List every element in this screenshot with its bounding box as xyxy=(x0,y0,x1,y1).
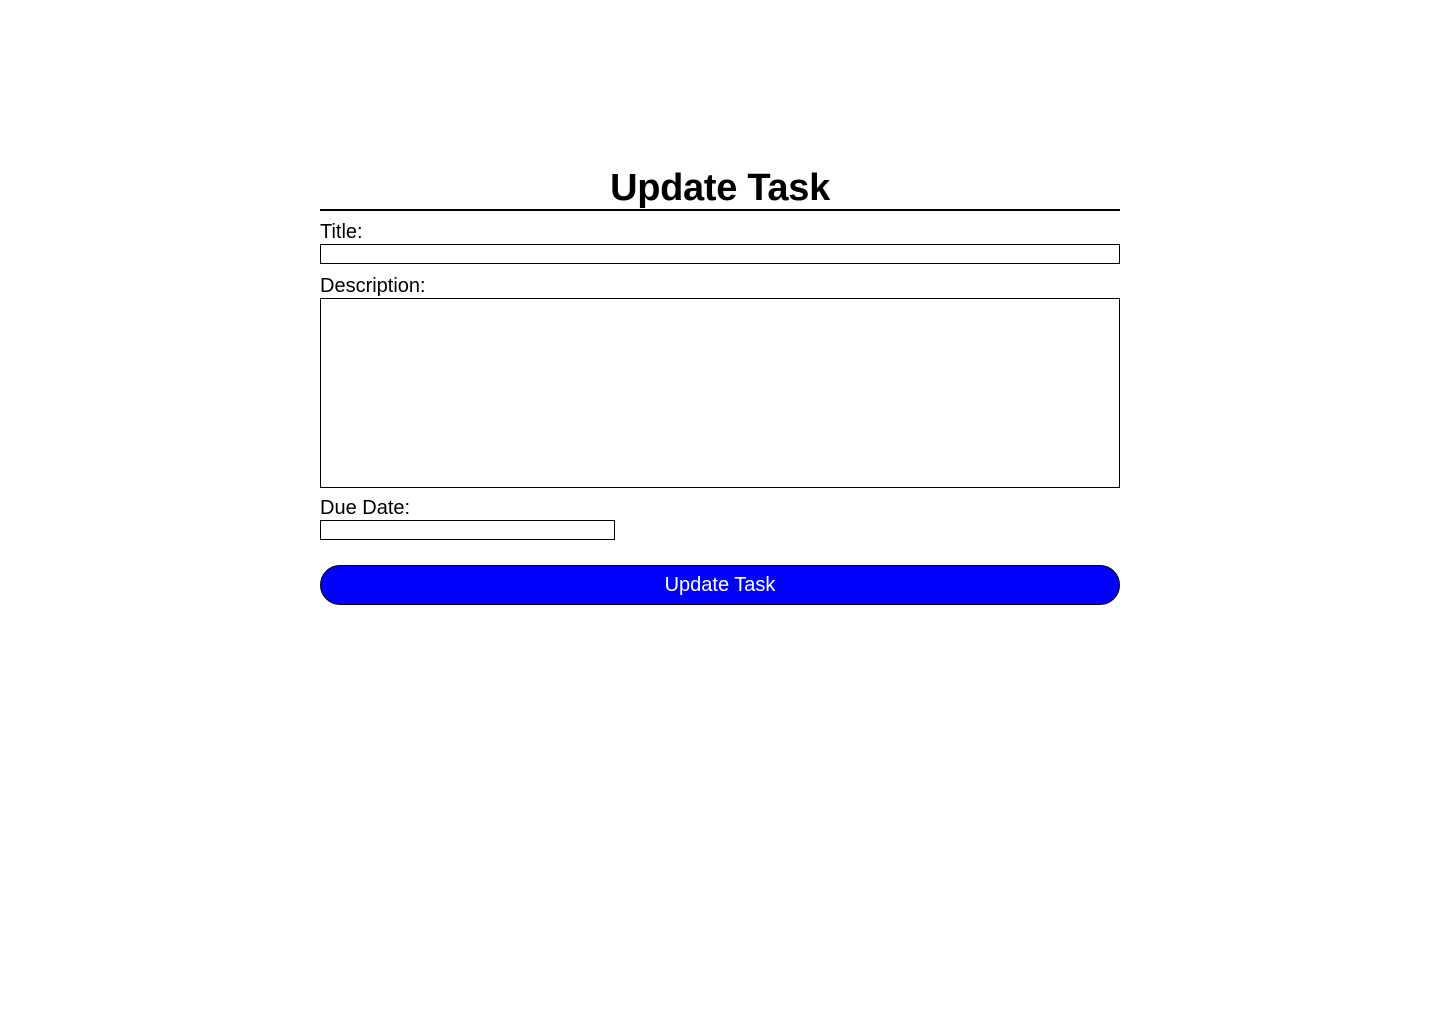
title-label: Title: xyxy=(320,221,363,243)
description-label: Description: xyxy=(320,275,426,297)
update-task-button[interactable]: Update Task xyxy=(320,565,1120,605)
due-date-label: Due Date: xyxy=(320,497,411,519)
page-title: Update Task xyxy=(320,166,1120,211)
due-date-input[interactable] xyxy=(320,520,615,540)
title-input[interactable] xyxy=(320,244,1120,264)
update-task-form: Update Task Title: Description: Due Date… xyxy=(320,166,1120,605)
description-textarea[interactable] xyxy=(320,298,1120,488)
